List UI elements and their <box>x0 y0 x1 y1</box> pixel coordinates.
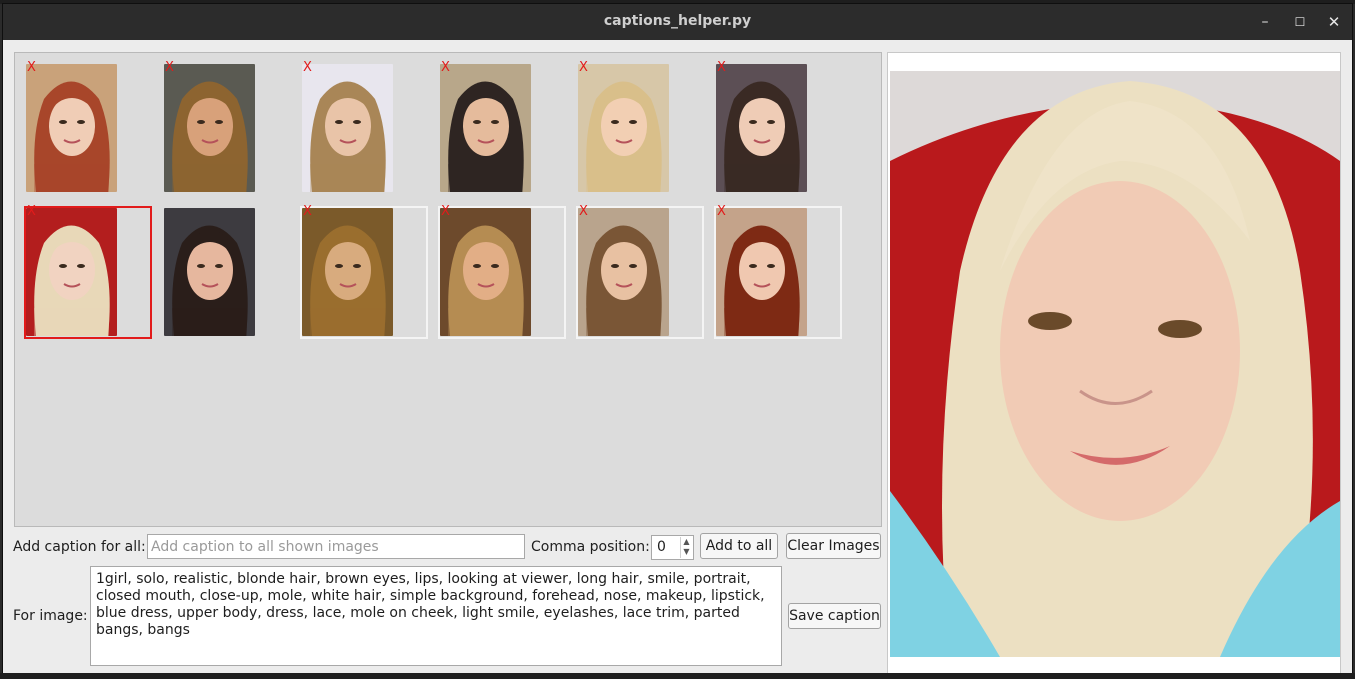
clear-images-button[interactable]: Clear Images <box>786 533 881 559</box>
thumbnail-image <box>716 64 807 192</box>
comma-position-spinbox[interactable]: 0 ▲ ▼ <box>651 535 694 560</box>
preview-image <box>890 71 1340 657</box>
thumbnail-image <box>716 208 807 336</box>
minimize-icon[interactable]: – <box>1255 12 1275 32</box>
comma-position-value: 0 <box>657 539 666 555</box>
comma-position-label: Comma position: <box>531 539 650 555</box>
save-caption-button[interactable]: Save caption <box>788 603 881 629</box>
remove-thumbnail-icon[interactable]: X <box>303 61 312 75</box>
thumbnail-image <box>164 208 255 336</box>
image-caption-textarea[interactable]: 1girl, solo, realistic, blonde hair, bro… <box>90 566 782 666</box>
remove-thumbnail-icon[interactable]: X <box>717 61 726 75</box>
thumbnail-3[interactable]: X <box>302 61 393 192</box>
remove-thumbnail-icon[interactable]: X <box>441 61 450 75</box>
thumbnail-9[interactable]: X <box>300 205 428 339</box>
remove-thumbnail-icon[interactable]: X <box>27 61 36 75</box>
thumbnail-1[interactable]: X <box>26 61 117 192</box>
thumbnail-image <box>302 208 393 336</box>
remove-thumbnail-icon[interactable]: X <box>579 61 588 75</box>
thumbnail-11[interactable]: X <box>576 205 704 339</box>
close-icon[interactable]: ✕ <box>1324 12 1344 32</box>
thumbnail-image <box>440 208 531 336</box>
thumbnail-gallery: X X X X X X X X X X X <box>14 52 882 527</box>
thumbnail-image <box>578 208 669 336</box>
app-window: captions_helper.py – ☐ ✕ X X X X X X X X X X X Add… <box>2 3 1353 676</box>
thumbnail-7[interactable]: X <box>24 205 152 339</box>
caption-all-label: Add caption for all: <box>13 539 146 555</box>
thumbnail-8[interactable] <box>164 208 255 336</box>
remove-thumbnail-icon[interactable]: X <box>165 61 174 75</box>
thumbnail-image <box>578 64 669 192</box>
thumbnail-image <box>302 64 393 192</box>
for-image-label: For image: <box>13 608 88 624</box>
thumbnail-image <box>26 208 117 336</box>
caption-all-input[interactable] <box>147 534 525 559</box>
thumbnail-4[interactable]: X <box>440 61 531 192</box>
window-title: captions_helper.py <box>603 13 752 29</box>
remove-thumbnail-icon[interactable]: X <box>27 205 36 219</box>
add-to-all-button[interactable]: Add to all <box>700 533 778 559</box>
remove-thumbnail-icon[interactable]: X <box>579 205 588 219</box>
thumbnail-10[interactable]: X <box>438 205 566 339</box>
maximize-icon[interactable]: ☐ <box>1290 12 1310 32</box>
desktop-background-bottom <box>0 673 1355 679</box>
spin-arrows-icon[interactable]: ▲ ▼ <box>680 537 692 558</box>
title-bar: captions_helper.py – ☐ ✕ <box>3 4 1352 40</box>
thumbnail-6[interactable]: X <box>716 61 807 192</box>
thumbnail-2[interactable]: X <box>164 61 255 192</box>
remove-thumbnail-icon[interactable]: X <box>717 205 726 219</box>
remove-thumbnail-icon[interactable]: X <box>303 205 312 219</box>
image-preview-panel <box>887 52 1341 676</box>
thumbnail-image <box>164 64 255 192</box>
thumbnail-5[interactable]: X <box>578 61 669 192</box>
thumbnail-12[interactable]: X <box>714 205 842 339</box>
thumbnail-image <box>26 64 117 192</box>
thumbnail-image <box>440 64 531 192</box>
remove-thumbnail-icon[interactable]: X <box>441 205 450 219</box>
